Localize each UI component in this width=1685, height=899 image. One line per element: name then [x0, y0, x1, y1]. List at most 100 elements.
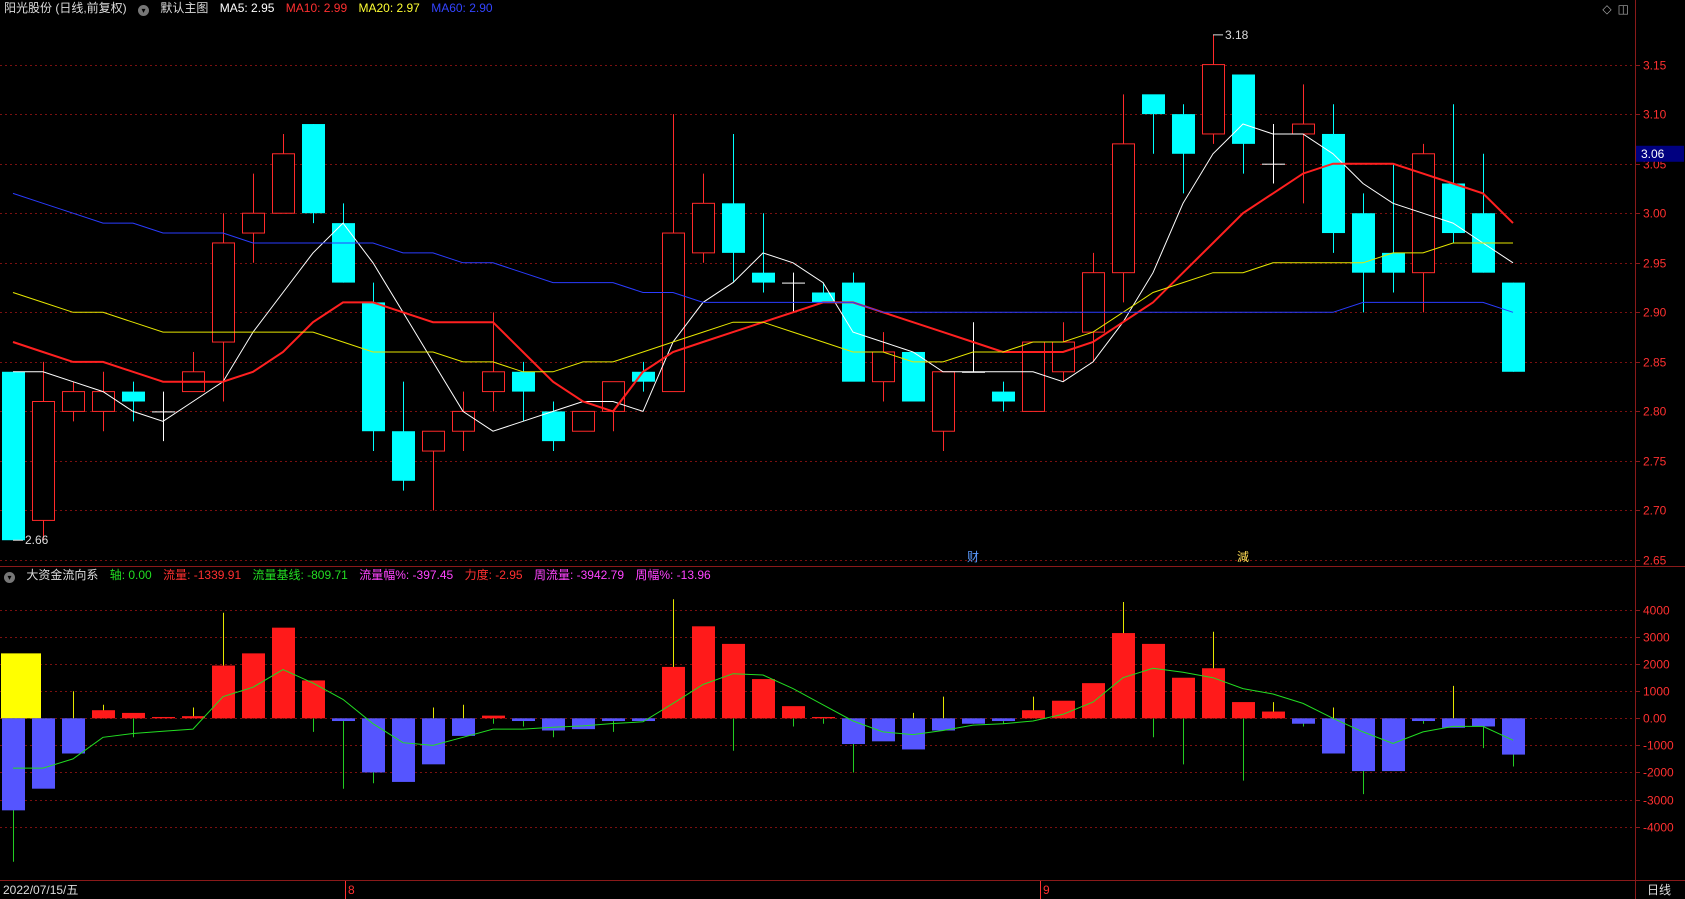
flow-bar [1202, 668, 1225, 719]
flow-bar [842, 718, 865, 745]
sub-y-tick-label: 2000 [1643, 658, 1670, 672]
flow-bar [332, 718, 355, 722]
axis-value: 轴: 0.00 [109, 568, 152, 582]
candle-body-up [482, 371, 505, 393]
flow-bar [1352, 718, 1375, 772]
flow-bar [1412, 718, 1435, 722]
signal-block [1, 653, 41, 719]
flow-bar [1292, 718, 1315, 724]
candle-body-down [542, 411, 565, 442]
flow-bar [122, 712, 145, 719]
candle-body-up [422, 430, 445, 452]
flow-bar [242, 653, 265, 719]
dropdown-icon[interactable]: ▾ [4, 572, 15, 583]
candle-body-up [62, 391, 85, 412]
sub-y-tick-label: -1000 [1643, 739, 1674, 753]
sub-y-tick-label: 4000 [1643, 604, 1670, 618]
indicator-title[interactable]: 大资金流向系 [26, 568, 98, 582]
main-chart-header: 阳光股份 (日线,前复权) ▾ 默认主图 MA5: 2.95 MA10: 2.9… [4, 0, 501, 16]
candle-body-down [362, 302, 385, 432]
x-axis-month-8: 8 [348, 883, 355, 897]
main-y-tick-label: 3.10 [1643, 108, 1667, 122]
flow-bar [182, 716, 205, 719]
ma60-value: MA60: 2.90 [431, 1, 493, 15]
candle-body-up [662, 232, 685, 393]
x-axis-date-label: 2022/07/15/五 [3, 883, 78, 897]
sub-y-tick-label: 0.00 [1643, 712, 1667, 726]
event-label: 減 [1237, 549, 1249, 564]
main-y-tick-label: 2.85 [1643, 356, 1667, 370]
candle-body-down [1142, 94, 1165, 115]
flow-bar [962, 718, 985, 724]
flow-bar [2, 718, 25, 811]
candle-body-up [872, 351, 895, 383]
sub-y-tick-label: 1000 [1643, 685, 1670, 699]
x-axis-month-9: 9 [1043, 883, 1050, 897]
flow-bar [1472, 718, 1495, 727]
candle-body-flat [1262, 163, 1285, 165]
main-indicator-label[interactable]: 默认主图 [160, 1, 208, 15]
main-y-tick-label: 2.70 [1643, 504, 1667, 518]
event-label: 财 [967, 550, 979, 564]
candle-body-down [1352, 213, 1375, 273]
candle-body-down [1172, 114, 1195, 154]
candle-body-flat [782, 282, 805, 284]
flow-bar [662, 666, 685, 719]
flow-bar [1022, 710, 1045, 719]
flow-bar [62, 718, 85, 754]
flow-bar [1082, 683, 1105, 719]
high-marker-label: 3.18 [1225, 28, 1249, 42]
main-y-tick-label: 2.95 [1643, 257, 1667, 271]
flow-bar [542, 718, 565, 731]
candle-body-up [1082, 272, 1105, 333]
candle-body-up [212, 242, 235, 343]
flow-bar [1382, 718, 1405, 772]
candle-body-down [722, 203, 745, 253]
flow-bar [392, 718, 415, 782]
candle-body-up [1052, 341, 1075, 373]
flow-bar [452, 718, 475, 736]
candle-body-up [1202, 64, 1225, 135]
dropdown-icon[interactable]: ▾ [138, 5, 150, 16]
flow-bar [692, 626, 715, 719]
main-y-tick-label: 3.15 [1643, 59, 1667, 73]
flow-bar [32, 718, 55, 789]
weekly-flow-value: 周流量: -3942.79 [533, 568, 624, 582]
flow-bar [872, 718, 895, 742]
candle-body-up [32, 401, 55, 521]
period-label: 日线 [1647, 883, 1671, 897]
candle-body-up [932, 371, 955, 432]
flow-pct-value: 流量幅%: -397.45 [359, 568, 454, 582]
candle-body-down [752, 272, 775, 283]
candle-body-down [122, 391, 145, 402]
panel-toggle-icon[interactable]: ◫ [1618, 2, 1629, 16]
flow-bar [1262, 711, 1285, 719]
flow-bar [812, 716, 835, 719]
chart-canvas[interactable]: 3.153.103.053.002.952.902.852.802.752.70… [0, 0, 1685, 899]
ma10-value: MA10: 2.99 [285, 1, 348, 15]
candle-body-down [332, 223, 355, 283]
diamond-icon[interactable]: ◇ [1602, 2, 1611, 16]
candle-body-up [242, 212, 265, 234]
baseline-value: 流量基线: -809.71 [252, 568, 348, 582]
candle-body-up [92, 391, 115, 412]
flow-bar [302, 680, 325, 719]
candle-body-down [1502, 282, 1525, 372]
candle-body-down [1232, 74, 1255, 144]
flow-bar [1232, 702, 1255, 719]
flow-bar [1112, 633, 1135, 719]
main-y-tick-label: 2.75 [1643, 455, 1667, 469]
main-y-tick-label: 2.65 [1643, 554, 1667, 568]
stock-label[interactable]: 阳光股份 (日线,前复权) [4, 1, 127, 15]
candle-body-down [2, 371, 25, 541]
flow-bar [992, 718, 1015, 722]
candle-body-up [572, 410, 595, 432]
flow-bar [722, 643, 745, 719]
candle-body-up [602, 381, 625, 412]
flow-bar [1142, 643, 1165, 719]
weekly-pct-value: 周幅%: -13.96 [635, 568, 711, 582]
candle-body-flat [152, 411, 175, 413]
ma20-value: MA20: 2.97 [358, 1, 420, 15]
flow-bar [152, 716, 175, 719]
main-y-tick-label: 2.90 [1643, 306, 1667, 320]
